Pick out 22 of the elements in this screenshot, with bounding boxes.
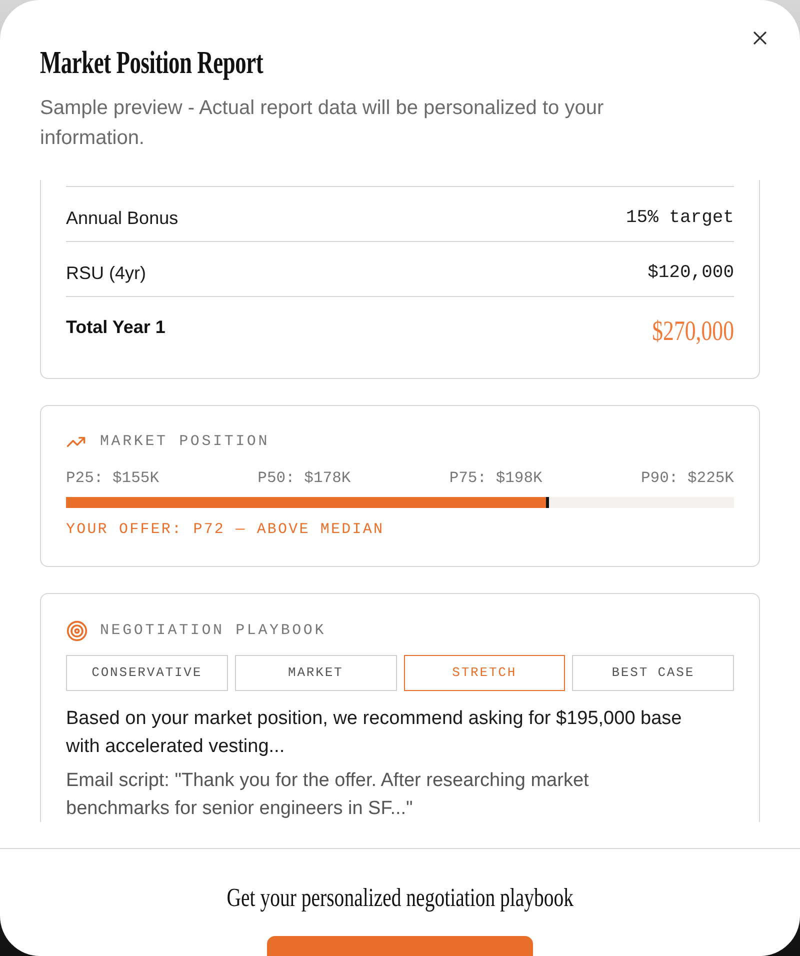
percentile-label: P50: $178K xyxy=(258,468,351,488)
footer-prompt: Get your personalized negotiation playbook xyxy=(226,882,574,914)
total-label: Total Year 1 xyxy=(66,316,166,339)
row-value: 15% target xyxy=(626,207,734,230)
row-value: $120,000 xyxy=(648,262,734,285)
percentile-label: P90: $225K xyxy=(640,468,734,488)
email-script-text: Email script: "Thank you for the offer. After researching market benchmarks for senior engineers in SF..." xyxy=(66,769,590,821)
strategy-tab[interactable]: CONSERVATIVE xyxy=(66,655,228,691)
section-heading: NEGOTIATION PLAYBOOK xyxy=(100,621,326,641)
row-label: RSU (4yr) xyxy=(66,262,146,285)
dialog-title: Market Position Report xyxy=(40,43,264,82)
offer-position: YOUR OFFER: P72 — ABOVE MEDIAN xyxy=(66,520,386,540)
row-label: Annual Bonus xyxy=(66,207,178,230)
percentile-label: P25: $155K xyxy=(66,468,160,488)
section-heading: MARKET POSITION xyxy=(100,432,270,452)
dialog-subtitle: Sample preview - Actual report data will be personalized to your information. xyxy=(40,96,605,151)
strategy-tab[interactable]: BEST CASE xyxy=(572,655,734,691)
total-value: $270,000 xyxy=(652,316,734,348)
target-icon xyxy=(66,620,88,642)
strategy-tab[interactable]: MARKET xyxy=(234,655,396,691)
recommendation-text: Based on your market position, we recommend asking for $195,000 base with accelerated vesting... xyxy=(66,707,683,759)
percentile-label: P75: $198K xyxy=(449,468,542,488)
